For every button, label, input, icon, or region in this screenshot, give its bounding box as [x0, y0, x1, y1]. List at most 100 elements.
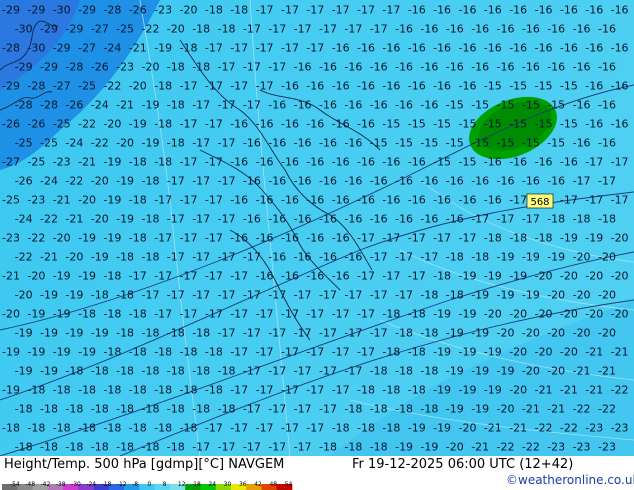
temperature-label: -20 — [103, 118, 121, 131]
temperature-label: -17 — [205, 156, 223, 169]
temperature-label: -17 — [268, 327, 286, 340]
temperature-label: -16 — [585, 42, 603, 55]
temperature-label: -20 — [547, 365, 565, 378]
temperature-label: -19 — [40, 365, 58, 378]
temperature-label: -17 — [357, 232, 375, 245]
temperature-label: -15 — [459, 118, 477, 131]
temperature-label: -20 — [547, 289, 565, 302]
temperature-label: -18 — [471, 251, 489, 264]
temperature-label: -19 — [471, 289, 489, 302]
temperature-label: -20 — [598, 327, 616, 340]
temperature-label: -18 — [192, 327, 210, 340]
temperature-label: -18 — [154, 384, 172, 397]
temperature-label: -16 — [611, 42, 629, 55]
temperature-label: -16 — [522, 175, 540, 188]
temperature-label: -17 — [154, 232, 172, 245]
temperature-label: -16 — [332, 42, 350, 55]
temperature-label: -21 — [2, 270, 20, 283]
temperature-label: -22 — [27, 232, 45, 245]
temperature-label: -19 — [65, 327, 83, 340]
temperature-label: -16 — [598, 61, 616, 74]
temperature-label: -21 — [509, 422, 527, 435]
temperature-label: -21 — [573, 365, 591, 378]
temperature-label: -18 — [142, 403, 160, 416]
temperature-label: -18 — [230, 4, 248, 17]
temperature-label: -19 — [53, 308, 71, 321]
temperature-label: -16 — [497, 175, 515, 188]
temperature-label: -27 — [2, 156, 20, 169]
temperature-label: -17 — [192, 251, 210, 264]
temperature-label: -25 — [2, 194, 20, 207]
temperature-label: -29 — [78, 4, 96, 17]
temperature-label: -17 — [281, 308, 299, 321]
temperature-label: -18 — [53, 422, 71, 435]
temperature-label: -16 — [585, 4, 603, 17]
temperature-label: -18 — [484, 232, 502, 245]
temperature-label: -17 — [281, 42, 299, 55]
temperature-label: -16 — [332, 118, 350, 131]
temperature-label: -21 — [560, 384, 578, 397]
temperature-label: -17 — [205, 270, 223, 283]
temperature-label: -17 — [230, 422, 248, 435]
temperature-label: -16 — [344, 137, 362, 150]
temperature-label: -20 — [535, 346, 553, 359]
color-scale-tick-label: -38 — [55, 481, 66, 488]
temperature-label: -17 — [218, 251, 236, 264]
temperature-label: -17 — [598, 175, 616, 188]
temperature-label: -20 — [535, 308, 553, 321]
temperature-label: -28 — [2, 42, 20, 55]
temperature-label: -17 — [243, 99, 261, 112]
temperature-label: -16 — [319, 213, 337, 226]
temperature-label: -16 — [573, 23, 591, 36]
temperature-label: -16 — [344, 61, 362, 74]
temperature-label: -19 — [103, 194, 121, 207]
temperature-label: -16 — [281, 118, 299, 131]
temperature-label: -18 — [167, 99, 185, 112]
temperature-label: -19 — [40, 327, 58, 340]
temperature-label: -17 — [192, 289, 210, 302]
temperature-label: -19 — [408, 422, 426, 435]
temperature-label: -16 — [332, 194, 350, 207]
temperature-label: -16 — [560, 156, 578, 169]
temperature-label: -16 — [281, 232, 299, 245]
temperature-label: -16 — [230, 194, 248, 207]
temperature-label: -18 — [116, 365, 134, 378]
temperature-label: -18 — [129, 422, 147, 435]
temperature-label: -16 — [433, 42, 451, 55]
temperature-label: -19 — [522, 289, 540, 302]
temperature-label: -22 — [78, 118, 96, 131]
temperature-label: -17 — [471, 213, 489, 226]
temperature-label: -16 — [230, 156, 248, 169]
temperature-label: -17 — [180, 308, 198, 321]
temperature-label: -17 — [192, 175, 210, 188]
temperature-label: -18 — [78, 384, 96, 397]
color-scale-tick-label: 30 — [223, 481, 232, 488]
temperature-label: -20 — [573, 289, 591, 302]
temperature-label: -18 — [192, 61, 210, 74]
temperature-label: -20 — [560, 270, 578, 283]
temperature-label: -15 — [497, 137, 515, 150]
temperature-label: -16 — [459, 194, 477, 207]
temperature-label: -16 — [408, 4, 426, 17]
temperature-label: -16 — [319, 61, 337, 74]
temperature-label: -16 — [281, 194, 299, 207]
temperature-label: -17 — [205, 232, 223, 245]
temperature-label: -15 — [433, 118, 451, 131]
temperature-label: -16 — [395, 99, 413, 112]
temperature-label: -17 — [268, 289, 286, 302]
temperature-label: -27 — [78, 42, 96, 55]
temperature-label: -17 — [408, 270, 426, 283]
temperature-label: -17 — [192, 137, 210, 150]
temperature-label: -17 — [218, 61, 236, 74]
temperature-label: -16 — [471, 175, 489, 188]
temperature-label: -19 — [471, 403, 489, 416]
temperature-label: -16 — [243, 175, 261, 188]
temperature-label: -18 — [2, 422, 20, 435]
temperature-label: -17 — [294, 23, 312, 36]
temperature-label: -19 — [420, 441, 438, 454]
temperature-label: -17 — [205, 422, 223, 435]
temperature-label: -21 — [585, 384, 603, 397]
temperature-label: -28 — [15, 99, 33, 112]
temperature-label: -16 — [370, 175, 388, 188]
temperature-label: -16 — [573, 61, 591, 74]
